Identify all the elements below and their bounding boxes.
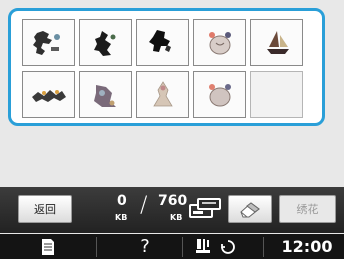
embroidery-design-icon — [208, 83, 231, 106]
embroidery-design-icon — [93, 30, 115, 56]
presser-foot-icon — [196, 238, 210, 253]
design-thumbnail-5[interactable] — [250, 19, 303, 66]
design-thumbnail-9[interactable] — [193, 71, 246, 118]
separator — [182, 237, 183, 257]
bottom-bar: ? 12:00 — [0, 234, 344, 259]
return-button-label: 返回 — [34, 203, 56, 216]
embroidery-design-icon — [32, 30, 60, 55]
embroidery-design-icon — [266, 30, 289, 54]
embroidery-button-label: 绣花 — [296, 203, 319, 216]
design-thumbnail-7[interactable] — [79, 71, 132, 118]
memory-used-value: 0 — [117, 193, 127, 209]
empty-slot — [250, 71, 303, 118]
rotate-button[interactable] — [217, 234, 239, 259]
separator — [96, 237, 97, 257]
document-button[interactable] — [30, 234, 66, 259]
help-button[interactable]: ? — [130, 234, 160, 259]
return-button[interactable]: 返回 — [18, 195, 72, 223]
memory-used-unit: KB — [115, 213, 128, 222]
presser-foot-button[interactable] — [192, 234, 214, 259]
design-thumbnail-4[interactable] — [193, 19, 246, 66]
embroidery-design-icon — [152, 80, 173, 106]
embroidery-selection-screen: 返回 0 KB / 760 KB 绣花 ? 12:00 — [0, 0, 344, 259]
memory-total-unit: KB — [170, 213, 183, 222]
document-icon — [42, 238, 54, 255]
design-thumbnail-3[interactable] — [136, 19, 189, 66]
design-selection-panel — [8, 8, 325, 126]
embroidery-design-icon — [148, 29, 171, 52]
separator — [263, 237, 264, 257]
design-thumbnail-1[interactable] — [22, 19, 75, 66]
design-grid — [22, 19, 303, 118]
delete-button[interactable] — [228, 195, 272, 223]
memory-separator: / — [140, 193, 148, 218]
design-thumbnail-6[interactable] — [22, 71, 75, 118]
design-thumbnail-2[interactable] — [79, 19, 132, 66]
design-thumbnail-8[interactable] — [136, 71, 189, 118]
info-bar: 返回 0 KB / 760 KB 绣花 — [0, 187, 344, 233]
embroidery-button[interactable]: 绣花 — [279, 195, 336, 223]
sewing-machine-icon — [189, 198, 221, 218]
embroidery-design-icon — [31, 89, 66, 102]
time-display: 12:00 — [281, 237, 333, 256]
clock: 12:00 — [276, 234, 338, 259]
rotate-icon — [221, 239, 235, 254]
eraser-icon — [240, 202, 260, 218]
memory-total-value: 760 — [158, 193, 188, 209]
help-label: ? — [140, 236, 150, 257]
embroidery-design-icon — [208, 31, 231, 54]
embroidery-design-icon — [93, 84, 116, 107]
